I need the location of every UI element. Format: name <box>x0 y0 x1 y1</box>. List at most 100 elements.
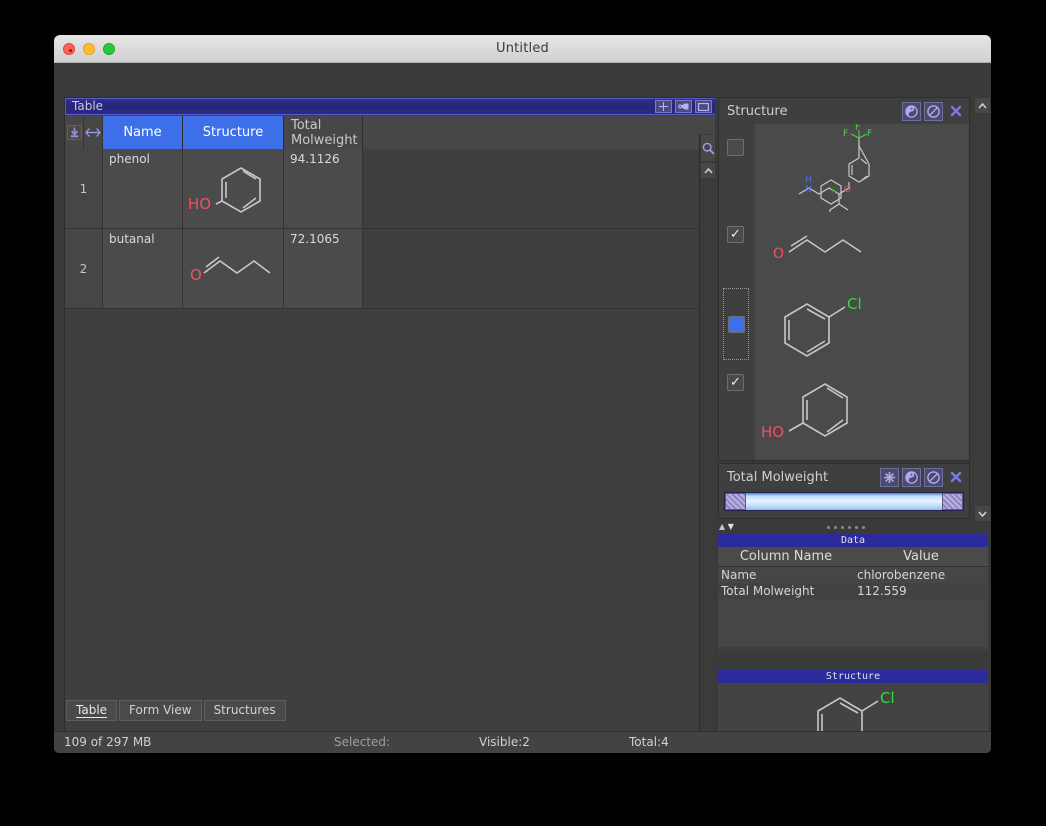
table-row[interactable]: 1 phenol HO 94.1126 <box>65 149 716 229</box>
column-header-empty <box>363 116 716 149</box>
data-panel-title: Data <box>718 534 988 547</box>
tab-table[interactable]: Table <box>66 700 118 721</box>
right-pane-scrollbar[interactable] <box>974 97 991 522</box>
svg-text:HO: HO <box>188 195 211 213</box>
resize-columns-icon[interactable] <box>84 116 103 149</box>
table-row[interactable]: 2 butanal O 72.1065 <box>65 229 716 309</box>
wrench-button[interactable] <box>675 100 692 113</box>
yin-yang-icon[interactable] <box>902 101 921 121</box>
minimize-window-button[interactable] <box>83 43 95 55</box>
window-body: Table Name Structure Total Molweight 1 p… <box>54 63 991 753</box>
maximize-button[interactable] <box>695 100 712 113</box>
view-tabs: Table Form View Structures <box>66 700 286 721</box>
right-splitter-arrows[interactable]: ▲ ▼ <box>719 522 734 531</box>
column-header-name[interactable]: Name <box>103 116 183 149</box>
traffic-lights <box>63 43 115 55</box>
structure-checkbox-selected[interactable] <box>728 316 745 333</box>
svg-text:O: O <box>773 246 784 262</box>
table-pane-title: Table <box>72 99 104 113</box>
data-header-value: Value <box>903 549 939 564</box>
scroll-track[interactable] <box>701 197 715 753</box>
table-vertical-scrollbar[interactable] <box>699 134 716 753</box>
svg-text:Cl: Cl <box>847 295 862 313</box>
molweight-panel-title: Total Molweight <box>727 469 829 485</box>
molecule-phenol[interactable]: HO <box>755 375 969 463</box>
data-row[interactable]: Name chlorobenzene <box>718 567 988 583</box>
svg-text:O: O <box>844 185 851 195</box>
search-icon[interactable] <box>700 134 716 162</box>
right-scroll-up-button[interactable] <box>974 97 991 114</box>
close-window-button[interactable] <box>63 43 75 55</box>
table-widget: Name Structure TotalMolweight 1 phenol <box>65 116 716 753</box>
window-title: Untitled <box>495 41 550 56</box>
svg-text:HO: HO <box>761 423 784 441</box>
molweight-range-slider[interactable] <box>724 492 964 511</box>
status-bar: 109 of 297 MB Selected: Visible:2 Total:… <box>54 731 991 753</box>
zoom-window-button[interactable] <box>103 43 115 55</box>
status-visible: Visible:2 <box>479 735 530 749</box>
tab-structures[interactable]: Structures <box>203 700 286 721</box>
structure-checkbox-selected-focus[interactable] <box>723 288 749 360</box>
status-memory: 109 of 297 MB <box>64 735 152 749</box>
molecule-butanal[interactable]: O <box>755 212 969 287</box>
column-header-structure[interactable]: Structure <box>183 116 284 149</box>
tab-form-view[interactable]: Form View <box>119 700 202 721</box>
app-window: Untitled Table Name Structure Total Molw… <box>54 35 991 753</box>
structure-checkbox-checked[interactable]: ✓ <box>727 374 744 391</box>
close-icon[interactable] <box>946 102 965 121</box>
asterisk-icon[interactable] <box>880 467 899 487</box>
table-pane: Table Name Structure Total Molweight 1 p… <box>64 97 717 753</box>
insert-row-icon[interactable] <box>65 116 84 149</box>
data-row[interactable]: Total Molweight 112.559 <box>718 583 988 599</box>
cell-structure-butanal: O <box>183 229 284 308</box>
molecule-chlorobenzene[interactable]: Cl <box>755 287 969 375</box>
row-number: 1 <box>65 149 103 228</box>
row-number: 2 <box>65 229 103 308</box>
add-button[interactable] <box>655 100 672 113</box>
right-splitter-grip[interactable] <box>827 526 865 529</box>
no-entry-icon[interactable] <box>924 101 943 121</box>
close-icon[interactable] <box>946 468 965 487</box>
status-total: Total:4 <box>629 735 669 749</box>
data-panel: Data Column Name Value Name chlorobenzen… <box>718 534 988 652</box>
structure-panel-title: Structure <box>727 103 788 119</box>
no-entry-icon[interactable] <box>924 467 943 487</box>
table-pane-buttons <box>655 100 712 113</box>
right-pane: Structure ✓ ✓ F F F O H N R O Cl HO Tota… <box>715 97 991 753</box>
splitter-collapse-up-icon[interactable]: ▲ <box>719 522 725 531</box>
slider-min-handle[interactable] <box>725 493 746 510</box>
structure-list: ✓ ✓ F F F O H N R O Cl HO <box>719 124 969 460</box>
svg-text:O: O <box>190 266 202 284</box>
cell-molweight: 94.1126 <box>284 149 363 228</box>
cell-structure-phenol: HO <box>183 149 284 228</box>
yin-yang-icon[interactable] <box>902 467 921 487</box>
svg-text:F: F <box>855 124 860 133</box>
svg-text:F: F <box>843 129 848 139</box>
right-scroll-track[interactable] <box>975 115 990 504</box>
table-body: 1 phenol HO 94.1126 2 butanal O 72.1065 <box>65 149 716 753</box>
structure-molecule-column: F F F O H N R O Cl HO <box>755 124 969 460</box>
slider-max-handle[interactable] <box>942 493 963 510</box>
scroll-up-button[interactable] <box>700 162 716 179</box>
right-pane-splitter[interactable]: ▲ ▼ <box>715 521 991 535</box>
svg-text:Cl: Cl <box>880 689 895 707</box>
cell-molweight: 72.1065 <box>284 229 363 308</box>
column-header-molweight[interactable]: Total Molweight <box>284 116 363 149</box>
cell-name: butanal <box>103 229 183 308</box>
molweight-panel-header: Total Molweight <box>719 464 969 490</box>
data-table-empty-area <box>718 599 988 647</box>
structure-panel: Structure ✓ ✓ F F F O H N R O Cl HO <box>718 97 970 461</box>
structure-preview-title: Structure <box>718 670 988 683</box>
splitter-collapse-down-icon[interactable]: ▼ <box>728 522 734 531</box>
structure-panel-header: Structure <box>719 98 969 124</box>
molweight-panel: Total Molweight <box>718 463 970 519</box>
svg-text:R: R <box>831 187 837 196</box>
structure-checkbox-checked[interactable]: ✓ <box>727 226 744 243</box>
right-scroll-down-button[interactable] <box>974 505 991 522</box>
window-titlebar: Untitled <box>54 35 991 63</box>
molecule-fluoxetine[interactable]: F F F O H N R <box>755 124 969 212</box>
svg-text:F: F <box>867 129 872 139</box>
data-cell-column: Name <box>721 568 757 582</box>
data-cell-value: chlorobenzene <box>857 568 946 582</box>
structure-checkbox-unchecked[interactable] <box>727 139 744 156</box>
